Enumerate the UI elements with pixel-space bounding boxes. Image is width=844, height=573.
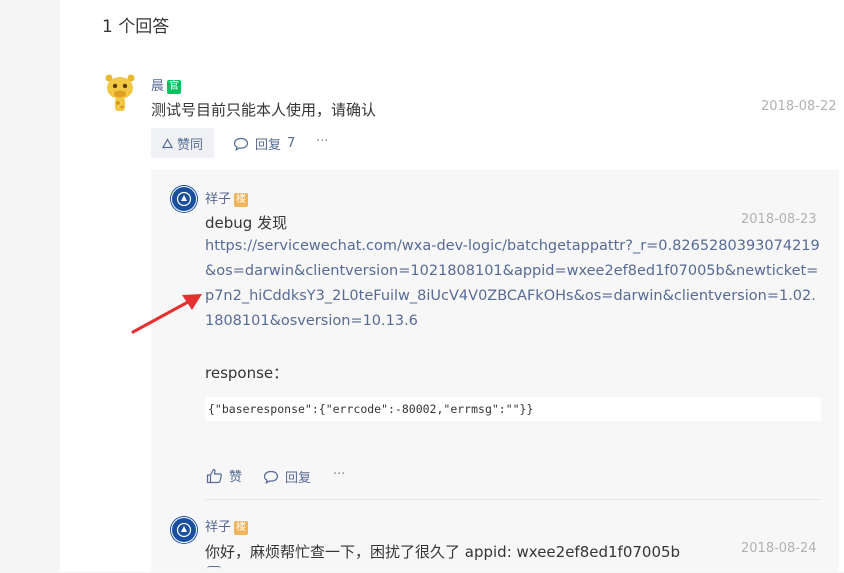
reply-text: debug 发现	[205, 214, 288, 232]
answer-content: 测试号目前只能本人使用，请确认	[151, 101, 377, 119]
response-code: {"baseresponse":{"errcode":-80002,"errms…	[205, 397, 821, 421]
comment-icon	[263, 470, 279, 484]
like-button[interactable]: 赞同	[151, 128, 214, 158]
reply-author: 祥子楼	[205, 188, 249, 207]
official-badge: 官	[167, 80, 182, 94]
club-crest-icon	[176, 191, 192, 207]
club-crest-icon	[176, 522, 192, 538]
floor-badge: 楼	[234, 521, 249, 535]
reply-text: 你好，麻烦帮忙查一下，困扰了很久了 appid: wxee2ef8ed1f070…	[205, 543, 681, 561]
comment-icon	[233, 137, 249, 151]
author-name[interactable]: 祥子	[205, 192, 231, 207]
request-url-link[interactable]: https://servicewechat.com/wxa-dev-logic/…	[205, 234, 825, 334]
answer-avatar[interactable]	[101, 72, 139, 112]
reply-count: 7	[287, 136, 296, 151]
reply-divider	[205, 499, 821, 500]
reply-label: 回复	[285, 471, 312, 486]
like-label: 赞	[229, 470, 243, 485]
thumbs-up-icon	[206, 468, 222, 483]
answer-count-heading: 1 个回答	[102, 17, 170, 37]
answer-date: 2018-08-22	[761, 99, 837, 114]
author-name[interactable]: 晨	[151, 79, 164, 94]
triangle-up-icon	[161, 137, 173, 148]
more-options[interactable]: ···	[316, 134, 328, 149]
answer-author: 晨官	[151, 75, 182, 94]
reply-date: 2018-08-23	[741, 212, 817, 227]
reply-author: 祥子楼	[205, 516, 249, 535]
reply-avatar[interactable]	[171, 186, 197, 212]
reply-label: 回复	[255, 138, 282, 153]
reply-like-button[interactable]: 赞	[206, 466, 242, 485]
more-options[interactable]: ···	[333, 467, 345, 482]
reply-reply-button[interactable]: 回复	[263, 467, 311, 486]
author-name[interactable]: 祥子	[205, 520, 231, 535]
annotation-arrow-icon	[131, 294, 202, 334]
reply-button[interactable]: 回复 7	[233, 134, 295, 153]
reply-date: 2018-08-24	[741, 541, 817, 556]
like-label: 赞同	[176, 137, 203, 153]
floor-badge: 楼	[234, 193, 249, 207]
response-label: response：	[205, 364, 289, 382]
giraffe-avatar-icon	[105, 74, 135, 111]
reply-avatar[interactable]	[171, 517, 197, 543]
